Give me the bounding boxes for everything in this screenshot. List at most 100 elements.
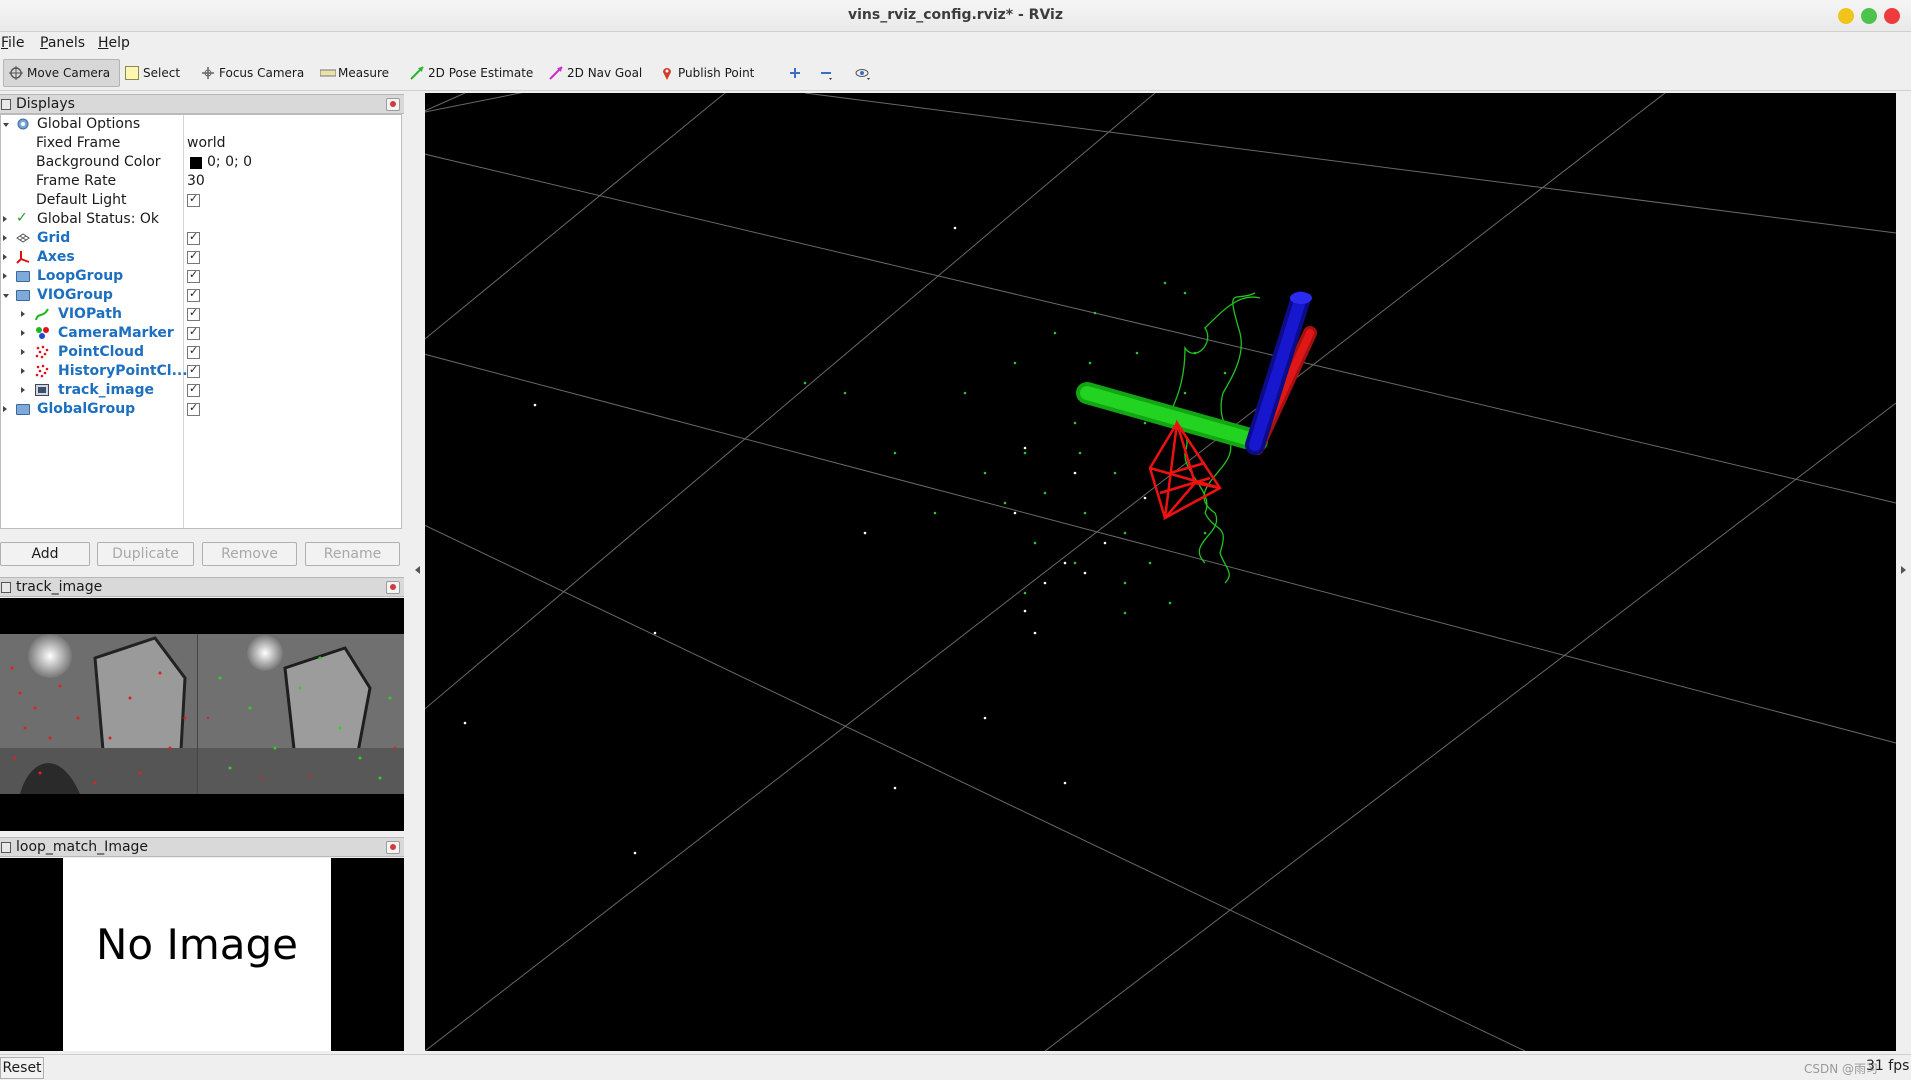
tree-row-global-status[interactable]: ✓ Global Status: Ok: [1, 210, 401, 229]
expand-arrow-icon[interactable]: [21, 368, 25, 374]
menu-help[interactable]: Help: [98, 35, 130, 51]
add-tool-button[interactable]: [783, 59, 807, 87]
menu-panels[interactable]: Panels: [40, 35, 85, 51]
expand-arrow-icon[interactable]: [21, 330, 25, 336]
fixed-frame-label: Fixed Frame: [36, 135, 121, 151]
tree-row-grid[interactable]: Grid: [1, 229, 401, 248]
checkmark-icon: ✓: [16, 210, 28, 226]
grid-checkbox[interactable]: [187, 230, 200, 245]
axes-checkbox[interactable]: [187, 249, 200, 264]
tree-row-historypointcloud[interactable]: HistoryPointCl...: [1, 362, 401, 381]
expand-arrow-icon[interactable]: [21, 349, 25, 355]
track-image-checkbox[interactable]: [187, 382, 200, 397]
viopath-checkbox[interactable]: [187, 306, 200, 321]
splitter-left-arrow[interactable]: [415, 566, 420, 574]
globalgroup-checkbox[interactable]: [187, 401, 200, 416]
close-button[interactable]: [1884, 8, 1900, 24]
duplicate-button[interactable]: Duplicate: [97, 542, 194, 566]
color-swatch[interactable]: [190, 157, 202, 169]
fixed-frame-value[interactable]: world: [187, 135, 226, 151]
minimize-button[interactable]: [1838, 8, 1854, 24]
background-color-value[interactable]: 0; 0; 0: [207, 154, 252, 170]
tree-row-viogroup[interactable]: VIOGroup: [1, 286, 401, 305]
expand-arrow-icon[interactable]: [21, 387, 25, 393]
expand-arrow-icon[interactable]: [3, 254, 7, 260]
loopgroup-checkbox[interactable]: [187, 268, 200, 283]
menu-bar: File Panels Help: [0, 32, 1911, 54]
remove-tool-button[interactable]: [814, 59, 838, 87]
tree-row-track-image[interactable]: track_image: [1, 381, 401, 400]
move-camera-tool[interactable]: Move Camera: [3, 59, 120, 87]
render-viewport[interactable]: [425, 93, 1896, 1051]
track-image-header: track_image: [0, 577, 404, 597]
track-image-label: track_image: [58, 382, 155, 398]
frame-rate-value[interactable]: 30: [187, 173, 205, 189]
expand-arrow-icon[interactable]: [3, 123, 9, 127]
historypointcloud-label: HistoryPointCl...: [58, 363, 188, 379]
move-camera-icon: [9, 66, 23, 80]
track-image-panel: track_image: [0, 577, 404, 831]
scene-3d[interactable]: [425, 93, 1896, 1051]
gear-icon: [16, 117, 30, 131]
folder-icon: [16, 271, 30, 282]
no-image-text: No Image: [95, 920, 298, 969]
expand-arrow-icon[interactable]: [3, 406, 7, 412]
nav-goal-tool[interactable]: 2D Nav Goal: [544, 59, 647, 87]
tree-row-loopgroup[interactable]: LoopGroup: [1, 267, 401, 286]
displays-tree: Global Options Fixed Frame world Backgro…: [0, 114, 402, 529]
cameramarker-label: CameraMarker: [58, 325, 174, 341]
track-image-title: track_image: [16, 579, 103, 595]
view-tool-button[interactable]: [850, 59, 874, 87]
pointcloud-checkbox[interactable]: [187, 344, 200, 359]
close-panel-button[interactable]: [386, 841, 400, 854]
expand-arrow-icon[interactable]: [3, 273, 7, 279]
cameramarker-checkbox[interactable]: [187, 325, 200, 340]
menu-file[interactable]: File: [1, 35, 24, 51]
green-arrow-icon: [410, 66, 424, 80]
focus-camera-tool[interactable]: Focus Camera: [196, 59, 309, 87]
remove-button[interactable]: Remove: [202, 542, 297, 566]
focus-camera-icon: [201, 66, 215, 80]
axes-label: Axes: [37, 249, 75, 265]
pose-estimate-tool[interactable]: 2D Pose Estimate: [405, 59, 538, 87]
tree-row-pointcloud[interactable]: PointCloud: [1, 343, 401, 362]
tree-row-axes[interactable]: Axes: [1, 248, 401, 267]
tree-row-cameramarker[interactable]: CameraMarker: [1, 324, 401, 343]
tree-row-globalgroup[interactable]: GlobalGroup: [1, 400, 401, 419]
publish-point-tool[interactable]: Publish Point: [655, 59, 759, 87]
pointcloud-icon: [35, 364, 49, 378]
close-panel-button[interactable]: [386, 581, 400, 594]
viogroup-checkbox[interactable]: [187, 287, 200, 302]
publish-point-label: Publish Point: [678, 66, 755, 80]
default-light-checkbox[interactable]: [187, 192, 200, 207]
tree-row-background-color[interactable]: Background Color 0; 0; 0: [1, 153, 401, 172]
measure-tool[interactable]: Measure: [315, 59, 394, 87]
splitter-right-arrow[interactable]: [1901, 566, 1906, 574]
rename-button[interactable]: Rename: [305, 542, 400, 566]
panel-icon: [1, 842, 11, 853]
add-button[interactable]: Add: [0, 542, 90, 566]
close-panel-button[interactable]: [386, 98, 400, 111]
tree-row-global-options[interactable]: Global Options: [1, 115, 401, 134]
pose-estimate-label: 2D Pose Estimate: [428, 66, 534, 80]
global-status-label: Global Status: Ok: [37, 211, 160, 227]
tree-row-frame-rate[interactable]: Frame Rate 30: [1, 172, 401, 191]
maximize-button[interactable]: [1861, 8, 1877, 24]
no-image-card: No Image: [63, 858, 331, 1051]
tree-row-fixed-frame[interactable]: Fixed Frame world: [1, 134, 401, 153]
select-tool[interactable]: Select: [120, 59, 185, 87]
displays-title: Displays: [16, 96, 75, 112]
reset-button[interactable]: Reset: [0, 1057, 44, 1079]
displays-icon: [1, 99, 11, 110]
historypointcloud-checkbox[interactable]: [187, 363, 200, 378]
expand-arrow-icon[interactable]: [3, 216, 7, 222]
move-camera-label: Move Camera: [27, 66, 111, 80]
grid-label: Grid: [37, 230, 71, 246]
grid-lines: [425, 93, 1896, 1051]
collapse-arrow-icon[interactable]: [3, 294, 9, 298]
pointcloud-label: PointCloud: [58, 344, 145, 360]
expand-arrow-icon[interactable]: [21, 311, 25, 317]
expand-arrow-icon[interactable]: [3, 235, 7, 241]
tree-row-default-light[interactable]: Default Light: [1, 191, 401, 210]
tree-row-viopath[interactable]: VIOPath: [1, 305, 401, 324]
